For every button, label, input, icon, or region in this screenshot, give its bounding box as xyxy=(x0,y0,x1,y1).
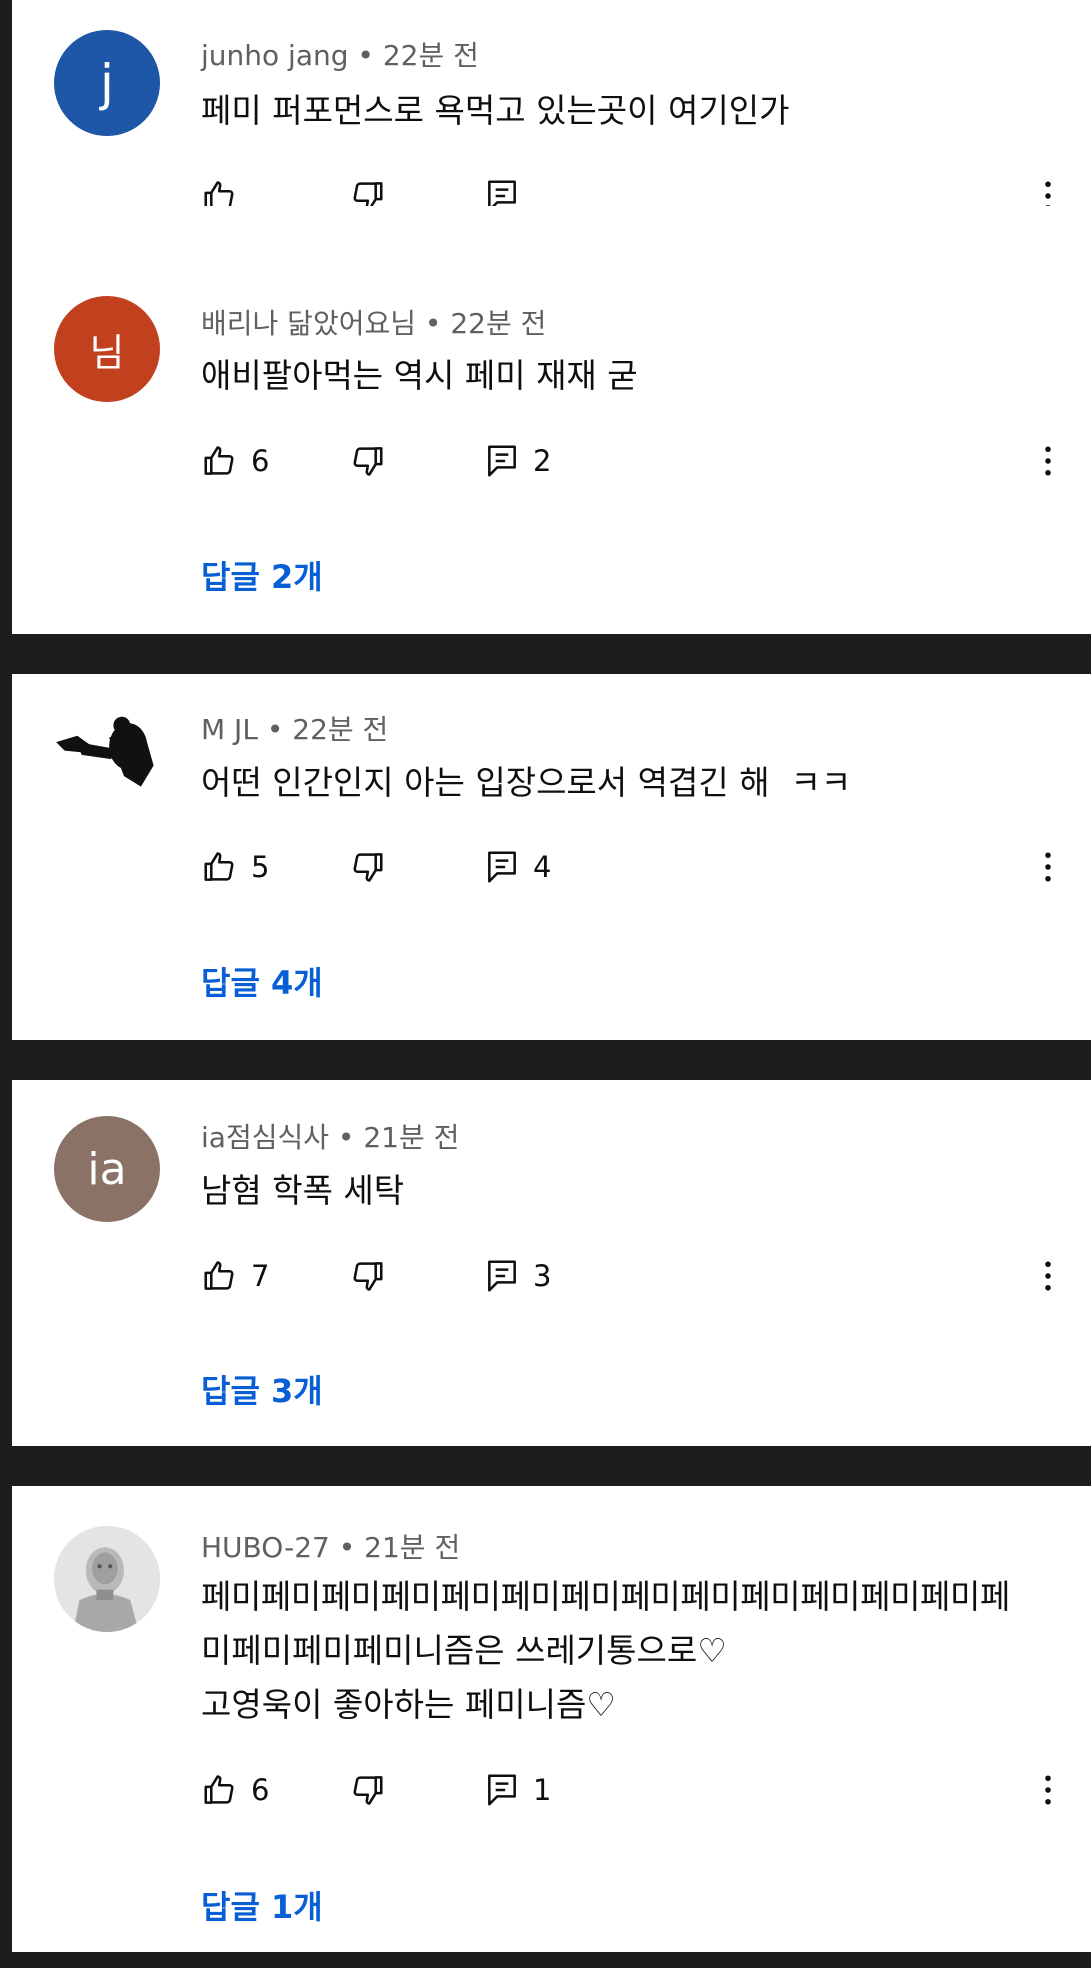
comment-text: 어떤 인간인지 아는 입장으로서 역겹긴 해 ㅋㅋ xyxy=(201,763,852,802)
like-button[interactable]: 6 xyxy=(201,1765,269,1815)
dislike-button[interactable] xyxy=(348,1765,386,1815)
more-options-button[interactable] xyxy=(1033,842,1063,892)
reply-icon xyxy=(488,1260,516,1292)
more-vert-icon xyxy=(1045,446,1051,476)
dislike-button[interactable] xyxy=(348,842,386,892)
reply-count: 2 xyxy=(533,444,552,478)
reply-count: 1 xyxy=(533,1773,552,1807)
comment-actions: 6 2 xyxy=(12,436,1091,486)
comment-actions: 5 4 xyxy=(12,842,1091,892)
avatar-letter: ia xyxy=(87,1143,127,1195)
author-name[interactable]: HUBO-27 xyxy=(201,1531,330,1564)
comment-text: 남혐 학폭 세탁 xyxy=(201,1171,405,1210)
meta-separator: • xyxy=(338,1531,356,1564)
more-vert-icon xyxy=(1045,1775,1051,1805)
comment-text-line: 페미페미페미페미페미페미페미페미페미페미페미페미페미페 xyxy=(201,1577,1010,1616)
reply-icon xyxy=(488,1774,516,1806)
avatar-letter: j xyxy=(100,54,114,112)
more-vert-icon xyxy=(1045,852,1051,882)
like-button[interactable]: 6 xyxy=(201,436,269,486)
dislike-button[interactable] xyxy=(348,436,386,486)
comment-meta: junho jang • 22분 전 xyxy=(201,34,479,74)
avatar-barina[interactable]: 님 xyxy=(54,296,160,402)
comment-card-4: ia ia점심식사 • 21분 전 남혐 학폭 세탁 7 3 답글 3개 xyxy=(12,1080,1091,1446)
reply-count: 4 xyxy=(533,850,552,884)
reply-button[interactable]: 2 xyxy=(483,436,551,486)
comment-actions: 6 1 xyxy=(12,1765,1091,1815)
like-icon xyxy=(204,446,234,475)
reply-icon xyxy=(488,445,516,477)
comment-text: 페미 퍼포먼스로 욕먹고 있는곳이 여기인가 xyxy=(201,91,790,130)
avatar-m-jl[interactable] xyxy=(54,704,160,810)
dislike-icon xyxy=(353,447,383,476)
avatar-hubo-27[interactable] xyxy=(54,1526,160,1632)
meta-separator: • xyxy=(424,307,442,340)
comment-meta: 배리나 닮았어요님 • 22분 전 xyxy=(201,302,546,342)
view-replies-link[interactable]: 답글 4개 xyxy=(201,958,323,1004)
comment-meta: M JL • 22분 전 xyxy=(201,708,388,748)
comment-time: 22분 전 xyxy=(382,39,479,72)
more-options-button[interactable] xyxy=(1033,1765,1063,1815)
comment-actions: 7 3 xyxy=(12,1251,1091,1301)
author-name[interactable]: M JL xyxy=(201,713,258,746)
dislike-icon xyxy=(353,853,383,882)
comment-card-3: M JL • 22분 전 어떤 인간인지 아는 입장으로서 역겹긴 해 ㅋㅋ 5… xyxy=(12,674,1091,1040)
view-replies-link[interactable]: 답글 3개 xyxy=(201,1366,323,1412)
reply-button[interactable]: 3 xyxy=(483,1251,551,1301)
like-count: 6 xyxy=(251,444,270,478)
meta-separator: • xyxy=(266,713,284,746)
like-button[interactable]: 5 xyxy=(201,842,269,892)
like-count: 6 xyxy=(251,1773,270,1807)
reply-icon xyxy=(488,851,516,883)
more-options-button[interactable] xyxy=(1033,436,1063,486)
comment-time: 22분 전 xyxy=(292,713,389,746)
like-icon xyxy=(204,1775,234,1804)
reply-count: 3 xyxy=(533,1259,552,1293)
comment-text-line: 미페미페미페미니즘은 쓰레기통으로♡ xyxy=(201,1631,727,1670)
like-icon xyxy=(204,1261,234,1290)
silhouette-avatar-image xyxy=(56,716,154,787)
view-replies-link[interactable]: 답글 2개 xyxy=(201,552,323,598)
dislike-button[interactable] xyxy=(348,1251,386,1301)
more-vert-icon xyxy=(1045,1261,1051,1291)
comment-time: 22분 전 xyxy=(450,307,547,340)
meta-separator: • xyxy=(337,1121,355,1154)
like-button[interactable]: 7 xyxy=(201,1251,269,1301)
comment-time: 21분 전 xyxy=(363,1121,460,1154)
dislike-icon xyxy=(353,1776,383,1805)
like-count: 7 xyxy=(251,1259,270,1293)
like-count: 5 xyxy=(251,850,270,884)
reply-button[interactable]: 1 xyxy=(483,1765,551,1815)
comment-card-1: j junho jang • 22분 전 페미 퍼포먼스로 욕먹고 있는곳이 여… xyxy=(12,0,1091,212)
author-name[interactable]: junho jang xyxy=(201,39,349,72)
view-replies-link[interactable]: 답글 1개 xyxy=(201,1882,323,1928)
comment-time: 21분 전 xyxy=(364,1531,461,1564)
comment-meta: HUBO-27 • 21분 전 xyxy=(201,1526,460,1566)
meta-separator: • xyxy=(357,39,374,72)
author-name[interactable]: ia점심식사 xyxy=(201,1121,329,1154)
comment-meta: ia점심식사 • 21분 전 xyxy=(201,1116,459,1156)
comment-text: 페미페미페미페미페미페미페미페미페미페미페미페미페미페 미페미페미페미니즘은 쓰… xyxy=(201,1570,1071,1732)
more-options-button[interactable] xyxy=(1033,1251,1063,1301)
avatar-letter: 님 xyxy=(89,330,125,375)
avatar-ia[interactable]: ia xyxy=(54,1116,160,1222)
robot-avatar-image xyxy=(54,1526,160,1632)
comment-card-2: 님 배리나 닮았어요님 • 22분 전 애비팔아먹는 역시 페미 재재 굳 6 … xyxy=(12,206,1091,634)
avatar-junho-jang[interactable]: j xyxy=(54,30,160,136)
like-icon xyxy=(204,852,234,881)
comment-card-5: HUBO-27 • 21분 전 페미페미페미페미페미페미페미페미페미페미페미페미… xyxy=(12,1486,1091,1952)
reply-button[interactable]: 4 xyxy=(483,842,551,892)
comment-text-line: 고영욱이 좋아하는 페미니즘♡ xyxy=(201,1685,616,1724)
author-name[interactable]: 배리나 닮았어요님 xyxy=(201,307,416,340)
comment-text: 애비팔아먹는 역시 페미 재재 굳 xyxy=(201,356,638,395)
dislike-icon xyxy=(353,1262,383,1291)
